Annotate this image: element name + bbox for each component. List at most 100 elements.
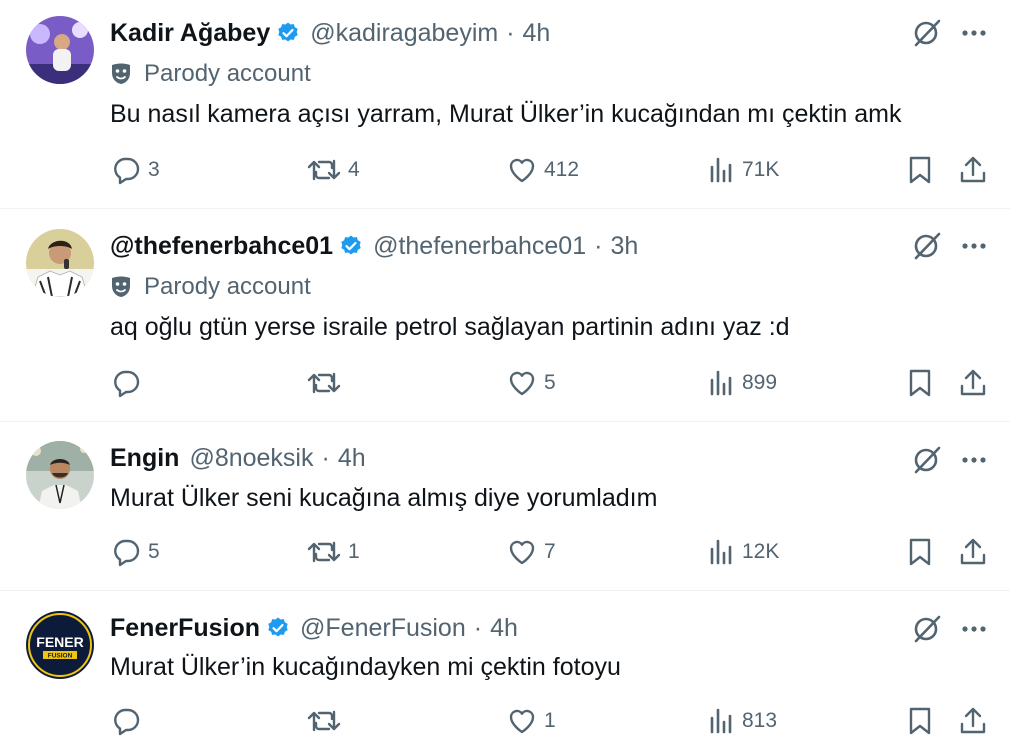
tweet-text: Murat Ülker’in kucağındayken mi çektin f… — [110, 653, 621, 681]
retweet-icon — [307, 710, 341, 732]
grok-icon[interactable] — [912, 614, 942, 644]
bookmark-button[interactable] — [906, 536, 934, 568]
verified-badge-icon — [339, 234, 363, 258]
tweet-1[interactable]: Kadir Ağabey @kadiragabeyim · 4h Parody … — [0, 0, 1010, 208]
retweet-button[interactable] — [306, 367, 348, 399]
share-icon — [960, 707, 986, 734]
tweet-text: Bu nasıl kamera açısı yarram, Murat Ülke… — [110, 100, 902, 128]
action-bar: 5 1 7 12K — [0, 536, 1010, 568]
display-name[interactable]: Kadir Ağabey — [110, 19, 270, 48]
views-button[interactable]: 813 — [708, 705, 777, 737]
bookmark-icon — [909, 707, 931, 735]
like-count: 7 — [544, 540, 556, 563]
display-name[interactable]: FenerFusion — [110, 614, 260, 643]
action-bar: 3 4 412 71K — [0, 154, 1010, 186]
retweet-button[interactable]: 4 — [306, 154, 360, 186]
reply-button[interactable] — [110, 367, 148, 399]
reply-icon — [114, 708, 140, 736]
retweet-count: 4 — [348, 158, 360, 181]
share-button[interactable] — [958, 705, 988, 737]
like-icon — [509, 371, 535, 396]
grok-icon[interactable] — [912, 231, 942, 261]
tweet-text: Murat Ülker seni kucağına almış diye yor… — [110, 484, 658, 512]
user-handle[interactable]: @FenerFusion — [300, 614, 466, 643]
like-icon — [509, 540, 535, 565]
like-button[interactable]: 1 — [506, 705, 556, 737]
share-icon — [960, 538, 986, 565]
user-handle[interactable]: @thefenerbahce01 — [373, 232, 586, 261]
parody-label-text: Parody account — [144, 60, 311, 87]
views-count: 71K — [742, 158, 780, 181]
bookmark-button[interactable] — [906, 705, 934, 737]
separator-dot: · — [321, 443, 330, 472]
avatar[interactable] — [26, 441, 94, 509]
like-count: 1 — [544, 709, 556, 732]
share-icon — [960, 156, 986, 183]
retweet-icon — [307, 541, 341, 563]
verified-badge-icon — [276, 21, 300, 45]
reply-button[interactable]: 3 — [110, 154, 160, 186]
bookmark-icon — [909, 156, 931, 184]
like-button[interactable]: 7 — [506, 536, 556, 568]
reply-button[interactable]: 5 — [110, 536, 160, 568]
views-count: 899 — [742, 371, 778, 394]
more-icon[interactable] — [958, 614, 990, 644]
parody-label: Parody account — [110, 59, 311, 89]
verified-badge-icon — [266, 616, 290, 640]
tweet-2[interactable]: @thefenerbahce01 @thefenerbahce01 · 3h P… — [0, 209, 1010, 421]
share-button[interactable] — [958, 154, 988, 186]
reply-button[interactable] — [110, 705, 148, 737]
retweet-icon — [307, 372, 341, 394]
views-button[interactable]: 12K — [708, 536, 779, 568]
views-button[interactable]: 71K — [708, 154, 779, 186]
like-button[interactable]: 5 — [506, 367, 556, 399]
separator-dot: · — [473, 613, 483, 642]
like-count: 412 — [544, 158, 580, 181]
share-button[interactable] — [958, 536, 988, 568]
separator-dot: · — [594, 231, 603, 260]
views-icon — [710, 370, 732, 396]
reply-icon — [114, 157, 140, 185]
avatar[interactable] — [26, 16, 94, 84]
retweet-button[interactable]: 1 — [306, 536, 360, 568]
more-icon[interactable] — [958, 445, 990, 475]
tweet-4[interactable]: FENER FUSION FenerFusion @FenerFusion · … — [0, 591, 1010, 756]
timestamp[interactable]: 4h — [523, 19, 551, 48]
views-button[interactable]: 899 — [708, 367, 777, 399]
bookmark-icon — [909, 538, 931, 566]
share-button[interactable] — [958, 367, 988, 399]
user-handle[interactable]: @kadiragabeyim — [310, 19, 498, 48]
avatar[interactable]: FENER FUSION — [26, 611, 94, 679]
retweet-button[interactable] — [306, 705, 348, 737]
views-icon — [710, 157, 732, 183]
like-count: 5 — [544, 371, 556, 394]
timestamp[interactable]: 4h — [490, 614, 518, 643]
parody-label: Parody account — [110, 272, 311, 302]
more-icon[interactable] — [958, 18, 990, 48]
action-bar: 1 813 — [0, 705, 1010, 737]
parody-mask-icon — [110, 275, 132, 299]
reply-count: 5 — [148, 540, 160, 563]
bookmark-button[interactable] — [906, 154, 934, 186]
timestamp[interactable]: 3h — [610, 232, 638, 261]
grok-icon[interactable] — [912, 18, 942, 48]
avatar[interactable] — [26, 229, 94, 297]
tweet-3[interactable]: Engin @8noeksik · 4h Murat Ülker seni ku… — [0, 422, 1010, 590]
views-icon — [710, 708, 732, 734]
like-button[interactable]: 412 — [506, 154, 579, 186]
svg-text:FUSION: FUSION — [48, 653, 73, 660]
reply-count: 3 — [148, 158, 160, 181]
display-name[interactable]: @thefenerbahce01 — [110, 232, 333, 261]
bookmark-button[interactable] — [906, 367, 934, 399]
bookmark-icon — [909, 369, 931, 397]
display-name[interactable]: Engin — [110, 444, 179, 473]
views-count: 813 — [742, 709, 778, 732]
parody-mask-icon — [110, 62, 132, 86]
separator-dot: · — [506, 18, 515, 47]
user-handle[interactable]: @8noeksik — [189, 444, 313, 473]
like-icon — [509, 709, 535, 734]
timestamp[interactable]: 4h — [338, 444, 366, 473]
grok-icon[interactable] — [912, 445, 942, 475]
svg-text:FENER: FENER — [36, 634, 83, 650]
more-icon[interactable] — [958, 231, 990, 261]
